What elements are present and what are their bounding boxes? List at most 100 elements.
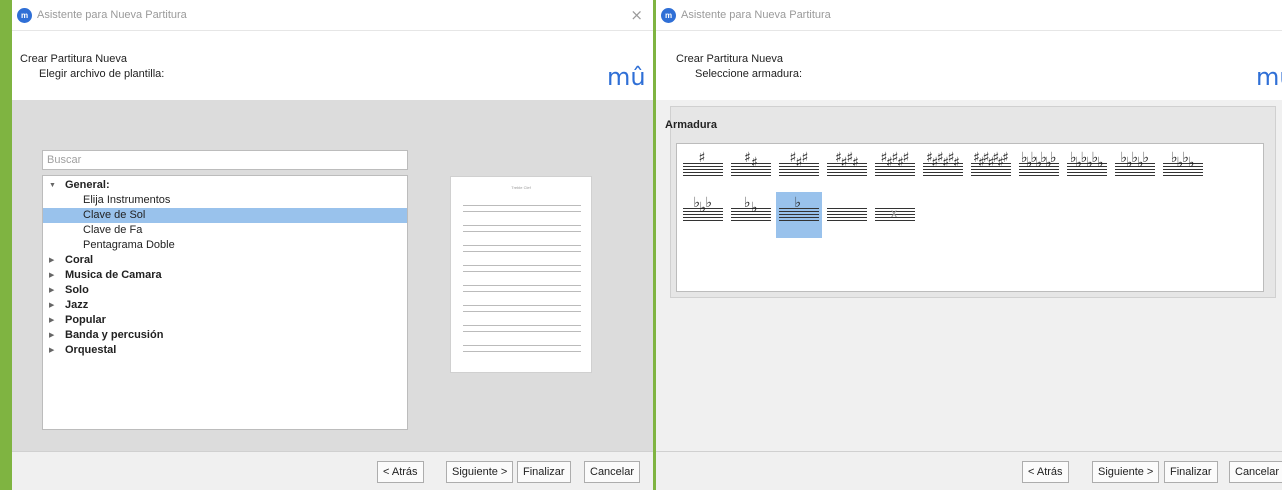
- tree-category[interactable]: ▶ Coral: [43, 253, 407, 268]
- template-tree[interactable]: ▼ General: Elija Instrumentos Clave de Sol C…: [42, 175, 408, 430]
- staff-line: [827, 211, 867, 212]
- tree-item[interactable]: Clave de Fa: [43, 223, 407, 238]
- preview-staff: [463, 225, 581, 232]
- staff-line: [683, 172, 723, 173]
- tree-item-label: Clave de Sol: [83, 209, 146, 221]
- wizard-footer: < Atrás Siguiente > Finalizar Cancelar: [12, 451, 653, 490]
- key-signature-option[interactable]: ♯ ♯ ♯ ♯ ♯: [872, 147, 918, 193]
- finish-button[interactable]: Finalizar: [517, 461, 571, 483]
- chevron-right-icon[interactable]: ▶: [49, 268, 54, 283]
- chevron-down-icon[interactable]: ▼: [49, 178, 56, 193]
- finish-button[interactable]: Finalizar: [1164, 461, 1218, 483]
- flat-icon: ♭: [1188, 155, 1195, 171]
- sharp-icon: ♯: [801, 150, 809, 166]
- header-subtitle: Seleccione armadura:: [695, 68, 803, 80]
- staff-line: [731, 217, 771, 218]
- preview-staff: [463, 285, 581, 292]
- tree-item[interactable]: Clave de Sol: [43, 208, 407, 223]
- staff-line: [1163, 172, 1203, 173]
- key-signature-option[interactable]: ♯ ♯ ♯ ♯ ♯ ♯ ♯: [968, 147, 1014, 193]
- musescore-app-icon: m: [661, 7, 676, 23]
- staff-line: [827, 220, 867, 221]
- flat-icon: ♭: [1142, 150, 1150, 166]
- staff-line: [971, 175, 1011, 176]
- chevron-right-icon[interactable]: ▶: [49, 313, 54, 328]
- staff-line: [923, 175, 963, 176]
- staff-line: [779, 211, 819, 212]
- sharp-icon: ♯: [744, 150, 751, 166]
- sharp-icon: ♯: [1002, 150, 1009, 166]
- tree-category[interactable]: ▶ Musica de Camara: [43, 268, 407, 283]
- staff-line: [1115, 175, 1155, 176]
- staff-line: [827, 217, 867, 218]
- preview-staff: [463, 265, 581, 272]
- chevron-right-icon[interactable]: ▶: [49, 298, 54, 313]
- cancel-button[interactable]: Cancelar: [584, 461, 641, 483]
- staff-line: [1067, 175, 1107, 176]
- header-title: Crear Partitura Nueva: [20, 53, 127, 65]
- tree-item[interactable]: Pentagrama Doble: [43, 238, 407, 253]
- new-score-wizard-template: m Asistente para Nueva Partitura × Crear…: [12, 0, 653, 490]
- tree-category[interactable]: ▶ Popular: [43, 313, 407, 328]
- staff-line: [1115, 169, 1155, 170]
- staff-line: [923, 172, 963, 173]
- next-button[interactable]: Siguiente >: [446, 461, 514, 483]
- key-signature-option[interactable]: ♭ ♭ ♭ ♭ ♭ ♭ ♭: [1016, 147, 1062, 193]
- staff-line: [827, 208, 867, 209]
- staff-line: [875, 166, 915, 167]
- sharp-icon: ♯: [698, 150, 706, 166]
- tree-category[interactable]: ▶ Solo: [43, 283, 407, 298]
- tree-category[interactable]: ▶ Orquestal: [43, 343, 407, 358]
- staff-line: [1067, 172, 1107, 173]
- chevron-right-icon[interactable]: ▶: [49, 253, 54, 268]
- key-signature-option[interactable]: ♭ ♭ ♭ ♭ ♭ ♭: [1064, 147, 1110, 193]
- tree-category[interactable]: ▶ Banda y percusión: [43, 328, 407, 343]
- key-signature-option[interactable]: ♭ ♭ ♭: [680, 192, 726, 238]
- chevron-right-icon[interactable]: ▶: [49, 328, 54, 343]
- staff-line: [683, 175, 723, 176]
- window-title: Asistente para Nueva Partitura: [37, 9, 187, 21]
- tree-item-label: Banda y percusión: [65, 329, 164, 341]
- flat-icon: ♭: [794, 195, 802, 211]
- header-subtitle: Elegir archivo de plantilla:: [39, 68, 165, 80]
- key-signature-palette: ♯ ♯ ♯ ♯ ♯ ♯ ♯ ♯ ♯ ♯ ♯ ♯ ♯ ♯ ♯ ♯ ♯ ♯ ♯ ♯ ♯ ♯ ♯ ♯ ♯ ♯ ♯ ♯ ♭ ♭ ♭ ♭ ♭ ♭ ♭ ♭ ♭ ♭ ♭ ♭…: [676, 143, 1264, 292]
- cancel-button[interactable]: Cancelar: [1229, 461, 1282, 483]
- preview-staff: [463, 345, 581, 352]
- tree-category[interactable]: ▼ General:: [43, 178, 407, 193]
- back-button[interactable]: < Atrás: [377, 461, 424, 483]
- title-bar[interactable]: m Asistente para Nueva Partitura: [12, 0, 653, 31]
- key-signature-option[interactable]: ♯ ♯ ♯ ♯ ♯ ♯: [920, 147, 966, 193]
- staff-line: [731, 220, 771, 221]
- header-title: Crear Partitura Nueva: [676, 53, 783, 65]
- tree-item-label: Jazz: [65, 299, 89, 311]
- tree-item-label: Solo: [65, 284, 89, 296]
- preview-staff: [463, 305, 581, 312]
- musescore-logo-icon: mû: [1256, 63, 1282, 91]
- tree-item-label: Orquestal: [65, 344, 117, 356]
- back-button[interactable]: < Atrás: [1022, 461, 1069, 483]
- chevron-right-icon[interactable]: ▶: [49, 343, 54, 358]
- key-signature-option[interactable]: ♯ ♯ ♯: [776, 147, 822, 193]
- title-bar[interactable]: m Asistente para Nueva Partitura: [656, 0, 1282, 31]
- search-input[interactable]: Buscar: [42, 150, 408, 170]
- key-signature-option[interactable]: ♯ ♯: [728, 147, 774, 193]
- key-signature-option[interactable]: ♯: [680, 147, 726, 193]
- new-score-wizard-key-signature: m Asistente para Nueva Partitura Crear P…: [656, 0, 1282, 490]
- key-signature-option[interactable]: ♯ ♯ ♯ ♯: [824, 147, 870, 193]
- tree-item[interactable]: Elija Instrumentos: [43, 193, 407, 208]
- key-signature-option[interactable]: x: [872, 192, 918, 238]
- key-signature-option[interactable]: ♭ ♭: [728, 192, 774, 238]
- key-signature-option[interactable]: [824, 192, 870, 238]
- key-signature-option[interactable]: ♭: [776, 192, 822, 238]
- tree-item-label: Pentagrama Doble: [83, 239, 175, 251]
- atonal-icon: x: [891, 206, 897, 220]
- next-button[interactable]: Siguiente >: [1092, 461, 1160, 483]
- chevron-right-icon[interactable]: ▶: [49, 283, 54, 298]
- close-icon[interactable]: ×: [630, 6, 643, 24]
- staff-line: [779, 217, 819, 218]
- key-signature-option[interactable]: ♭ ♭ ♭ ♭: [1160, 147, 1206, 193]
- staff-line: [1163, 175, 1203, 176]
- key-signature-option[interactable]: ♭ ♭ ♭ ♭ ♭: [1112, 147, 1158, 193]
- staff-line: [1019, 172, 1059, 173]
- tree-category[interactable]: ▶ Jazz: [43, 298, 407, 313]
